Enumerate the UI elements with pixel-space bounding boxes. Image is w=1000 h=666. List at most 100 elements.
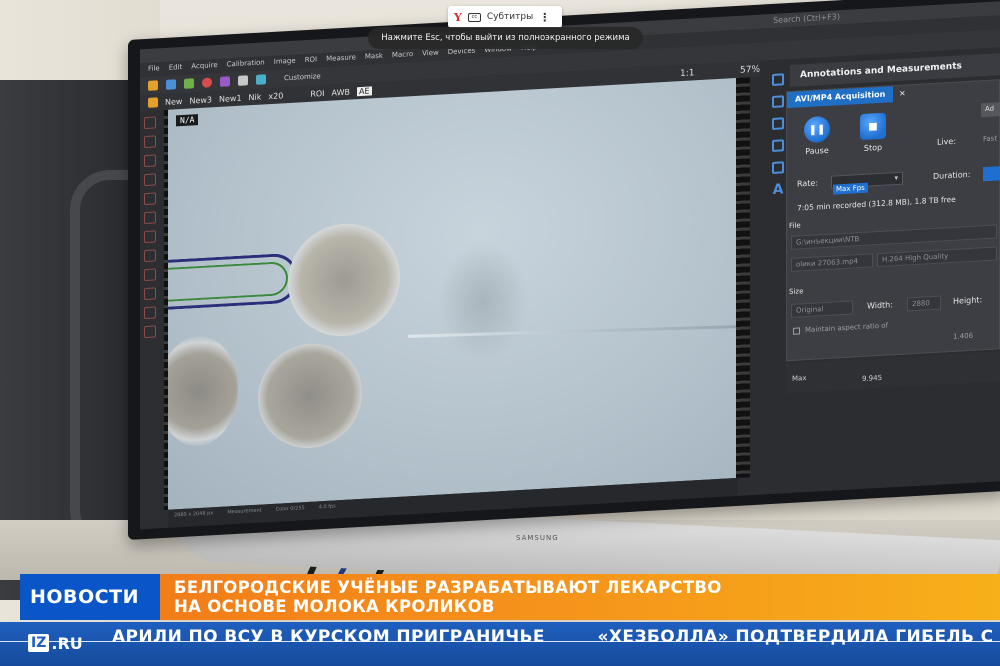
- zoom-level[interactable]: 57%: [740, 65, 760, 76]
- zoom-tool-icon[interactable]: [144, 135, 156, 149]
- monitor-brand-logo: SAMSUNG: [516, 534, 559, 542]
- select-tool-icon[interactable]: [144, 116, 156, 130]
- stats-max-value: 9.945: [862, 373, 883, 383]
- rate-select[interactable]: Max Fps ▾: [831, 171, 903, 195]
- status-color: Color 0/255: [275, 505, 305, 513]
- angle-tool-icon[interactable]: [144, 268, 156, 282]
- avi-acquisition-panel: AVI/MP4 Acquisition × Ad ❚❚ Pause ■ Stop…: [786, 79, 1000, 362]
- close-icon[interactable]: ×: [899, 89, 906, 98]
- microscope-image-view[interactable]: N/A: [168, 77, 738, 510]
- more-options-icon[interactable]: ⋮: [539, 11, 550, 24]
- text-tool-icon[interactable]: [144, 230, 156, 244]
- rate-value: Max Fps: [833, 182, 868, 195]
- duration-label: Duration:: [933, 169, 971, 181]
- toolbar-item-x20[interactable]: x20: [268, 91, 283, 101]
- open-icon[interactable]: [148, 80, 158, 91]
- menu-item-calibration[interactable]: Calibration: [227, 58, 265, 70]
- add-button[interactable]: Ad: [981, 102, 1000, 118]
- subtitles-button[interactable]: Субтитры: [487, 12, 533, 22]
- play-icon[interactable]: [184, 78, 194, 89]
- image-label: N/A: [176, 114, 199, 127]
- right-icon-strip: A: [768, 73, 788, 244]
- profile-tool-icon[interactable]: [772, 95, 784, 108]
- ticker-text: АРИЛИ ПО ВСУ В КУРСКОМ ПРИГРАНИЧЬЕ «ХЕЗБ…: [112, 627, 1000, 647]
- stop-button[interactable]: ■ Stop: [853, 112, 893, 154]
- avi-tab[interactable]: AVI/MP4 Acquisition: [787, 86, 894, 109]
- fullscreen-exit-hint: Нажмите Esc, чтобы выйти из полноэкранно…: [368, 27, 643, 49]
- shape-tool-icon[interactable]: [772, 73, 784, 86]
- pause-button[interactable]: ❚❚ Pause: [797, 115, 837, 157]
- left-tool-palette: [140, 110, 162, 522]
- stop-label: Stop: [863, 142, 883, 153]
- chart-icon[interactable]: [256, 74, 266, 85]
- file-section-title: File: [789, 221, 801, 231]
- measure-tool-icon[interactable]: [144, 249, 156, 263]
- camera-icon[interactable]: [148, 97, 158, 108]
- chevron-down-icon: ▾: [894, 173, 898, 183]
- grid-icon[interactable]: [238, 75, 248, 86]
- ruler-tool-icon[interactable]: [772, 117, 784, 130]
- subtitles-icon[interactable]: cc: [467, 12, 481, 22]
- arrow-tool-icon[interactable]: [144, 306, 156, 320]
- recorded-info: 7:05 min recorded (312.8 MB), 1.8 TB fre…: [797, 194, 956, 213]
- width-input[interactable]: 2880: [907, 295, 941, 312]
- count-tool-icon[interactable]: [144, 287, 156, 301]
- status-fps: 4.0 fps: [318, 503, 336, 511]
- toolbar-item-new3[interactable]: New3: [189, 95, 212, 105]
- news-ticker: IZ .RU АРИЛИ ПО ВСУ В КУРСКОМ ПРИГРАНИЧЬ…: [0, 622, 1000, 666]
- text-annotation-icon[interactable]: A: [773, 181, 784, 198]
- menu-item-file[interactable]: File: [148, 64, 160, 75]
- pause-label: Pause: [805, 145, 829, 157]
- toolbar-item-new[interactable]: New: [165, 96, 182, 106]
- oocyte-cell: [288, 220, 400, 340]
- main-monitor: Search (Ctrl+F3) File Edit Acquire Calib…: [128, 0, 1000, 541]
- status-mode: Measurement: [227, 507, 262, 516]
- toolbar-item-nik[interactable]: Nik: [249, 92, 262, 102]
- aspect-label: Maintain aspect ratio of: [805, 321, 888, 335]
- menu-item-macro[interactable]: Macro: [392, 50, 413, 61]
- ellipse-tool-icon[interactable]: [144, 192, 156, 206]
- zoom-1to1-button[interactable]: 1:1: [680, 68, 694, 79]
- file-name-input[interactable]: оlики 27063.mp4: [791, 253, 873, 272]
- toolbar-item-ae[interactable]: AE: [356, 85, 372, 96]
- menu-item-view[interactable]: View: [422, 49, 439, 60]
- duration-input[interactable]: [983, 166, 1000, 182]
- size-preset-select[interactable]: Original: [791, 300, 853, 318]
- codec-select[interactable]: H.264 High Quality: [877, 246, 997, 268]
- export-icon[interactable]: [220, 76, 230, 87]
- menu-item-roi[interactable]: ROI: [305, 55, 317, 66]
- menu-item-measure[interactable]: Measure: [326, 53, 356, 65]
- stop-icon: ■: [860, 112, 886, 141]
- customize-button[interactable]: Customize: [284, 72, 321, 82]
- height-label: Height:: [953, 295, 983, 306]
- menu-item-mask[interactable]: Mask: [365, 52, 383, 63]
- oocyte-cell: [168, 333, 238, 449]
- file-path-input[interactable]: G:\инъекции\NTB: [791, 224, 997, 250]
- layout-tool-icon[interactable]: [772, 161, 784, 174]
- aspect-checkbox[interactable]: [793, 327, 800, 335]
- save-icon[interactable]: [166, 79, 176, 90]
- menu-item-acquire[interactable]: Acquire: [191, 61, 217, 72]
- line-tool-icon[interactable]: [144, 154, 156, 168]
- record-icon[interactable]: [202, 77, 212, 88]
- pause-icon: ❚❚: [804, 115, 830, 144]
- menu-item-edit[interactable]: Edit: [169, 63, 183, 74]
- wave-tool-icon[interactable]: [772, 139, 784, 152]
- iz-ru-logo: IZ .RU: [28, 628, 106, 658]
- out-of-focus-cell: [438, 239, 528, 365]
- yandex-logo-icon[interactable]: Y: [454, 11, 462, 24]
- toolbar-item-roi[interactable]: ROI: [310, 89, 324, 99]
- headline-line-1: БЕЛГОРОДСКИЕ УЧЁНЫЕ РАЗРАБАТЫВАЮТ ЛЕКАРС…: [174, 578, 722, 597]
- polygon-tool-icon[interactable]: [144, 211, 156, 225]
- headline-box: БЕЛГОРОДСКИЕ УЧЁНЫЕ РАЗРАБАТЫВАЮТ ЛЕКАРС…: [160, 574, 1000, 620]
- eraser-tool-icon[interactable]: [144, 325, 156, 339]
- menu-item-image[interactable]: Image: [274, 57, 296, 68]
- oocyte-cell: [258, 340, 362, 451]
- toolbar-item-new1[interactable]: New1: [219, 93, 242, 103]
- live-value[interactable]: Fast: [983, 134, 997, 143]
- live-label: Live:: [937, 136, 957, 147]
- toolbar-item-awb[interactable]: AWB: [332, 87, 350, 97]
- pipette-inner: [168, 261, 288, 302]
- rect-tool-icon[interactable]: [144, 173, 156, 187]
- headline-text: БЕЛГОРОДСКИЕ УЧЁНЫЕ РАЗРАБАТЫВАЮТ ЛЕКАРС…: [174, 578, 974, 616]
